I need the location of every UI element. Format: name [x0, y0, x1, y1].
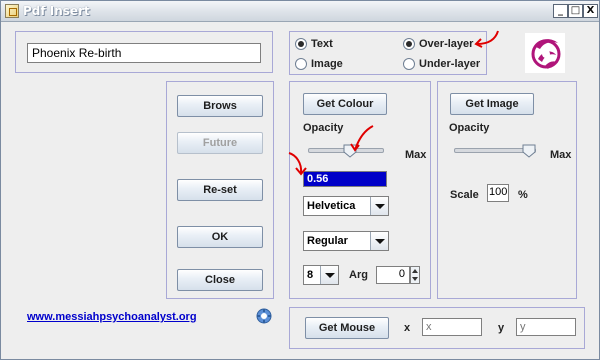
red-check-annotation [350, 125, 374, 152]
red-arrow-annotation [474, 30, 499, 48]
ok-button[interactable]: OK [177, 226, 263, 248]
under-layer-label: Under-layer [419, 58, 481, 70]
website-link[interactable]: www.messiahpsychoanalyst.org [27, 311, 197, 323]
text-opacity-max-label: Max [405, 149, 427, 161]
insert-text-field[interactable]: Phoenix Re-birth [27, 43, 261, 63]
title-bar[interactable]: Pdf Insert _ □ X [1, 1, 599, 22]
opacity-value-field[interactable]: 0.56 [303, 171, 387, 187]
phoenix-logo-icon [525, 33, 565, 73]
window-title: Pdf Insert [23, 4, 90, 18]
font-size-value: 8 [307, 269, 314, 281]
font-name-combo[interactable]: Helvetica [303, 196, 389, 216]
under-layer-radio[interactable] [403, 58, 415, 70]
font-name-value: Helvetica [307, 200, 356, 212]
font-style-combo[interactable]: Regular [303, 231, 389, 251]
font-size-combo[interactable]: 8 [303, 265, 339, 285]
get-image-button[interactable]: Get Image [450, 93, 534, 115]
text-radio-label: Text [311, 38, 333, 50]
percent-label: % [518, 189, 528, 201]
text-radio[interactable] [295, 38, 307, 50]
get-colour-button[interactable]: Get Colour [303, 93, 387, 115]
get-mouse-button[interactable]: Get Mouse [305, 317, 389, 339]
app-icon [5, 4, 19, 18]
x-field[interactable] [422, 318, 482, 336]
text-opacity-label: Opacity [303, 122, 344, 134]
arg-spinner-buttons[interactable] [410, 266, 420, 284]
browse-button[interactable]: Brows [177, 95, 263, 117]
spinner-arrows-icon[interactable] [411, 267, 419, 283]
red-arrow-annotation [288, 152, 307, 176]
over-layer-label: Over-layer [419, 38, 474, 50]
x-label: x [404, 322, 411, 334]
slider-thumb[interactable] [522, 144, 536, 158]
image-opacity-max-label: Max [550, 149, 572, 161]
reset-button[interactable]: Re-set [177, 179, 263, 201]
arg-spinner-value[interactable]: 0 [376, 266, 410, 284]
maximize-button[interactable]: □ [568, 4, 583, 18]
chevron-down-icon[interactable] [370, 197, 388, 215]
close-window-button[interactable]: X [583, 4, 598, 18]
y-field[interactable] [516, 318, 576, 336]
over-layer-radio[interactable] [403, 38, 415, 50]
pdf-insert-window: Pdf Insert _ □ X Phoenix Re-birth Text I… [0, 0, 600, 360]
minimize-button[interactable]: _ [553, 4, 568, 18]
help-gear-icon[interactable] [256, 308, 272, 324]
font-style-value: Regular [307, 235, 348, 247]
image-opacity-label: Opacity [449, 122, 490, 134]
scale-label: Scale [450, 189, 479, 201]
image-opacity-slider[interactable] [454, 143, 536, 159]
chevron-down-icon[interactable] [370, 232, 388, 250]
chevron-down-icon[interactable] [320, 266, 338, 284]
image-radio[interactable] [295, 58, 307, 70]
image-radio-label: Image [311, 58, 343, 70]
arg-label: Arg [349, 269, 368, 281]
scale-field[interactable]: 100 [487, 184, 509, 202]
future-button[interactable]: Future [177, 132, 263, 154]
y-label: y [498, 322, 505, 334]
close-button[interactable]: Close [177, 269, 263, 291]
